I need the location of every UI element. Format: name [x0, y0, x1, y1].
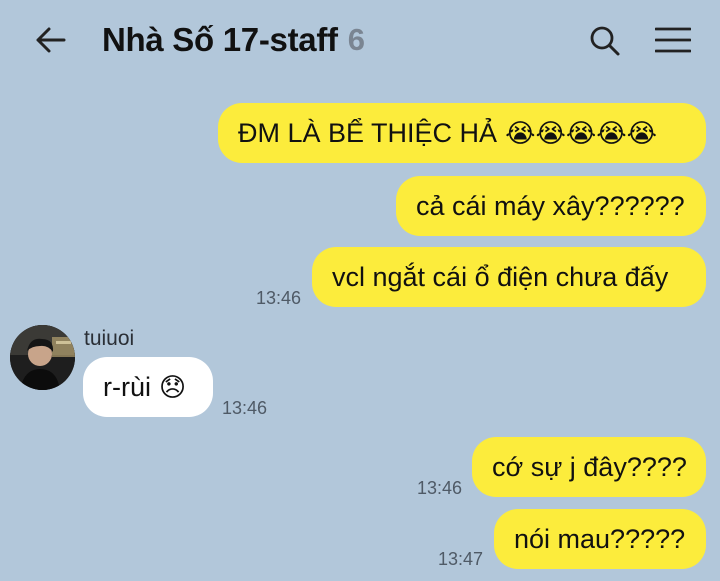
- message-timestamp: 13:46: [256, 288, 302, 308]
- message-bubble-outgoing[interactable]: nói mau?????: [494, 509, 706, 569]
- arrow-left-icon: [36, 27, 66, 53]
- search-icon: [590, 26, 620, 56]
- message-bubble-outgoing[interactable]: ĐM LÀ BỂ THIỆC HẢ 😭😭😭😭😭: [218, 103, 706, 163]
- message-bubble-incoming[interactable]: r-rùi 😞: [83, 357, 213, 417]
- message-timestamp: 13:46: [222, 398, 268, 418]
- message-bubble-outgoing[interactable]: cả cái máy xây??????: [396, 176, 706, 236]
- message-timestamp: 13:47: [438, 549, 484, 569]
- message-bubble-outgoing[interactable]: vcl ngắt cái ổ điện chưa đấy: [312, 247, 706, 307]
- chat-header: Nhà Số 17-staff 6: [0, 0, 720, 80]
- message-text: ĐM LÀ BỂ THIỆC HẢ: [238, 117, 498, 148]
- search-button[interactable]: [586, 22, 624, 60]
- avatar[interactable]: [10, 325, 75, 390]
- message-timestamp: 13:46: [417, 478, 463, 498]
- user-photo: [10, 325, 75, 390]
- back-button[interactable]: [30, 22, 70, 58]
- loudly-crying-emoji: 😭😭😭😭😭: [505, 117, 657, 148]
- hamburger-menu-icon: [655, 27, 691, 53]
- message-bubble-outgoing[interactable]: cớ sự j đây????: [472, 437, 706, 497]
- member-count: 6: [347, 22, 365, 57]
- chat-title: Nhà Số 17-staff: [102, 21, 338, 58]
- message-text: cớ sự j đây????: [492, 451, 687, 482]
- message-text: nói mau?????: [514, 523, 686, 554]
- message-text: cả cái máy xây??????: [416, 190, 685, 221]
- menu-button[interactable]: [652, 22, 694, 58]
- chat-title-area[interactable]: Nhà Số 17-staff 6: [102, 20, 365, 60]
- message-text: vcl ngắt cái ổ điện chưa đấy: [332, 261, 669, 292]
- sender-name: tuiuoi: [84, 327, 135, 350]
- message-text: r-rùi: [103, 371, 151, 402]
- disappointed-face-emoji: 😞: [159, 371, 187, 402]
